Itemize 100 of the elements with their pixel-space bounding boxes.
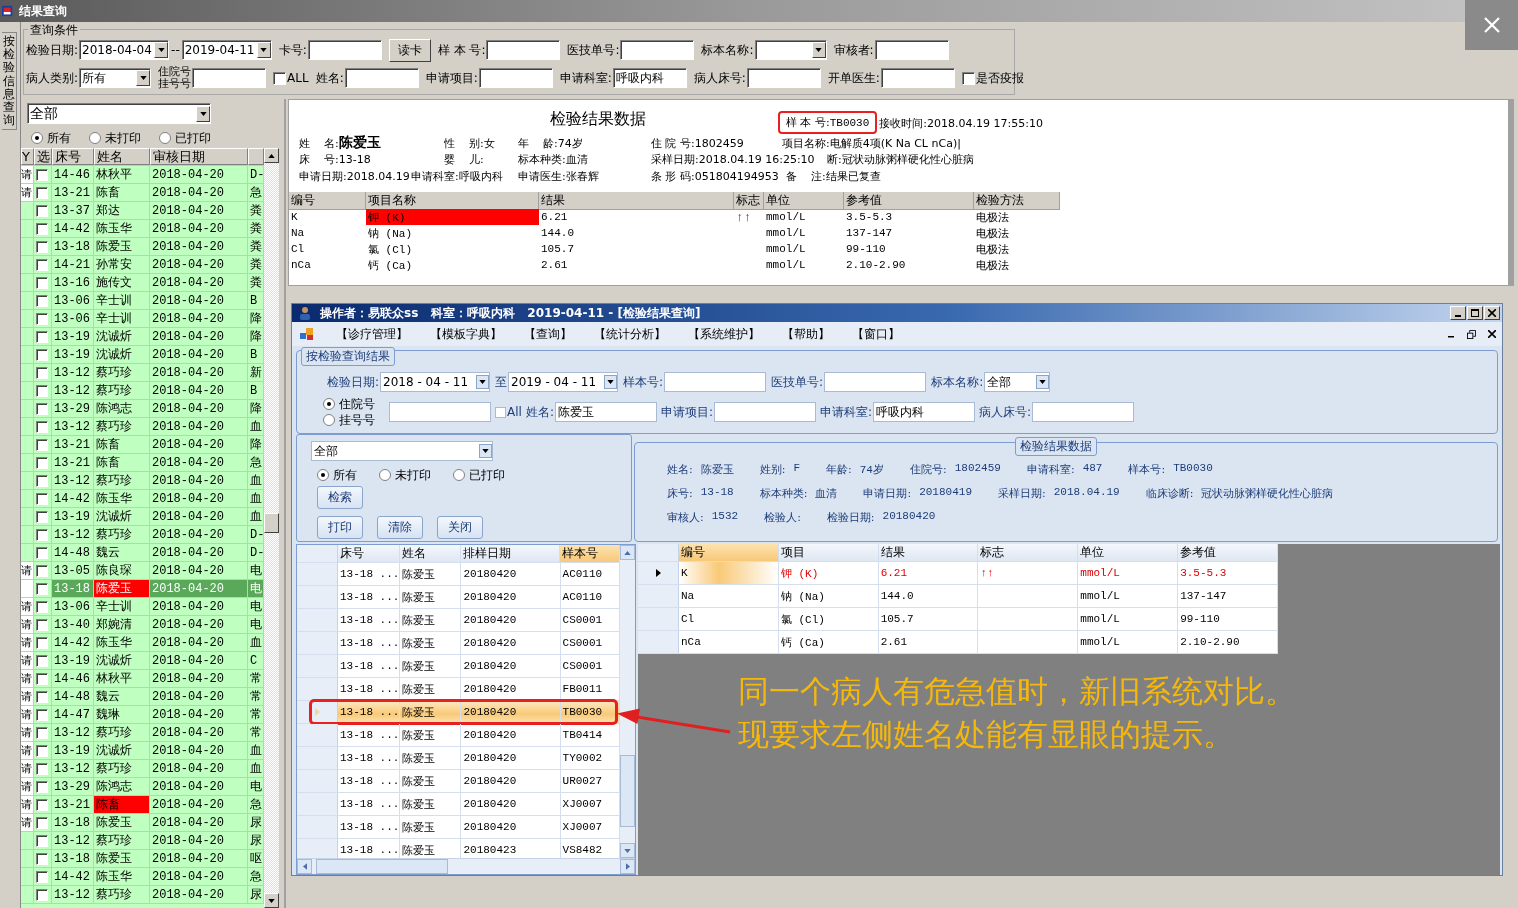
checkbox[interactable] [36, 294, 48, 307]
checkbox[interactable] [36, 762, 48, 775]
column-header[interactable]: 检验方法 [974, 192, 1060, 210]
checkbox[interactable] [36, 654, 48, 667]
checkbox[interactable] [36, 600, 48, 613]
action-button[interactable]: 关闭 [437, 516, 483, 539]
date-picker[interactable]: 2018-04-04 [79, 40, 170, 60]
input-field[interactable] [192, 68, 267, 88]
action-button[interactable]: 打印 [317, 516, 363, 539]
input-field[interactable] [714, 402, 816, 422]
checkbox[interactable] [36, 258, 48, 271]
dropdown[interactable]: 全部 [311, 441, 493, 461]
scroll-thumb[interactable] [620, 755, 635, 827]
input-field[interactable]: 呼吸内科 [873, 402, 976, 422]
date-picker[interactable]: 2019-04-11 [181, 40, 272, 60]
column-header[interactable]: 结果 [878, 544, 979, 561]
input-field[interactable] [746, 68, 821, 88]
scrollbar[interactable] [297, 858, 635, 874]
menu-item[interactable]: 【统计分析】 [594, 325, 666, 343]
checkbox[interactable] [36, 186, 48, 199]
column-header[interactable]: 单位 [764, 192, 844, 210]
checkbox[interactable] [36, 456, 48, 469]
input-field[interactable] [880, 68, 955, 88]
checkbox[interactable] [36, 222, 48, 235]
row-header[interactable] [297, 678, 338, 700]
checkbox[interactable] [961, 71, 975, 85]
column-header[interactable]: Y [21, 148, 34, 165]
checkbox[interactable] [36, 420, 48, 433]
checkbox[interactable] [36, 816, 48, 829]
column-header[interactable]: 标志 [734, 192, 764, 210]
checkbox[interactable] [36, 582, 48, 595]
column-header[interactable]: 床号 [52, 148, 94, 165]
menu-item[interactable]: 【查询】 [524, 325, 572, 343]
checkbox[interactable] [36, 276, 48, 289]
maximize-button[interactable] [1467, 306, 1483, 320]
column-header[interactable]: 参考值 [1178, 544, 1278, 561]
input-field[interactable] [874, 40, 949, 60]
search-button[interactable]: 检索 [317, 486, 363, 509]
row-header[interactable] [638, 562, 679, 584]
side-tab[interactable]: 按检验信息查询 [2, 32, 17, 131]
column-header[interactable]: 样本号 [560, 545, 620, 562]
input-field[interactable] [664, 372, 767, 392]
column-header[interactable]: 姓名 [399, 545, 462, 562]
column-header[interactable]: 审核日期 [150, 148, 248, 165]
input-field[interactable] [824, 372, 927, 392]
checkbox[interactable] [36, 780, 48, 793]
column-header[interactable]: 选 [34, 148, 52, 165]
checkbox[interactable] [36, 330, 48, 343]
radio-button[interactable] [323, 398, 335, 410]
input-field[interactable] [478, 68, 553, 88]
checkbox[interactable] [36, 690, 48, 703]
checkbox[interactable] [36, 240, 48, 253]
checkbox[interactable] [36, 204, 48, 217]
input-field[interactable] [620, 40, 695, 60]
date-picker[interactable]: 2019 - 04 - 11 [508, 372, 619, 392]
checkbox[interactable] [36, 438, 48, 451]
action-button[interactable]: 清除 [377, 516, 423, 539]
checkbox[interactable] [36, 312, 48, 325]
checkbox[interactable] [36, 402, 48, 415]
column-header[interactable] [248, 148, 264, 165]
column-header[interactable]: 编号 [289, 192, 366, 210]
checkbox[interactable] [273, 71, 287, 85]
radio-button[interactable] [317, 469, 329, 481]
checkbox[interactable] [36, 834, 48, 847]
minimize-button[interactable] [1450, 306, 1466, 320]
checkbox[interactable] [36, 726, 48, 739]
radio-button[interactable] [159, 132, 171, 144]
close-icon[interactable] [1488, 330, 1496, 338]
menu-item[interactable]: 【窗口】 [852, 325, 900, 343]
checkbox[interactable] [36, 672, 48, 685]
checkbox[interactable] [36, 168, 48, 181]
column-header[interactable]: 姓名 [94, 148, 150, 165]
checkbox[interactable] [36, 492, 48, 505]
checkbox[interactable] [36, 474, 48, 487]
checkbox[interactable] [36, 366, 48, 379]
column-header[interactable]: 床号 [338, 545, 400, 562]
menu-item[interactable]: 【诊疗管理】 [336, 325, 408, 343]
input-field[interactable] [1032, 402, 1135, 422]
dropdown[interactable] [754, 40, 827, 60]
scrollbar[interactable] [264, 148, 279, 908]
radio-button[interactable] [89, 132, 101, 144]
checkbox[interactable] [36, 348, 48, 361]
input-field[interactable] [307, 40, 382, 60]
dropdown[interactable]: 全部 [27, 103, 211, 124]
menu-item[interactable]: 【模板字典】 [430, 325, 502, 343]
checkbox[interactable] [36, 618, 48, 631]
scroll-thumb[interactable] [316, 859, 448, 874]
column-header[interactable]: 标志 [978, 544, 1079, 561]
radio-button[interactable] [31, 132, 43, 144]
checkbox[interactable] [36, 564, 48, 577]
input-field[interactable] [486, 40, 561, 60]
radio-button[interactable] [379, 469, 391, 481]
input-field[interactable]: 呼吸内科 [612, 68, 687, 88]
checkbox[interactable] [36, 384, 48, 397]
checkbox[interactable] [36, 870, 48, 883]
dropdown-button[interactable] [476, 375, 490, 389]
column-header[interactable]: 结果 [539, 192, 734, 210]
action-button[interactable]: 读卡 [388, 38, 431, 62]
dropdown[interactable]: 所有 [79, 68, 152, 88]
checkbox[interactable] [495, 406, 506, 418]
